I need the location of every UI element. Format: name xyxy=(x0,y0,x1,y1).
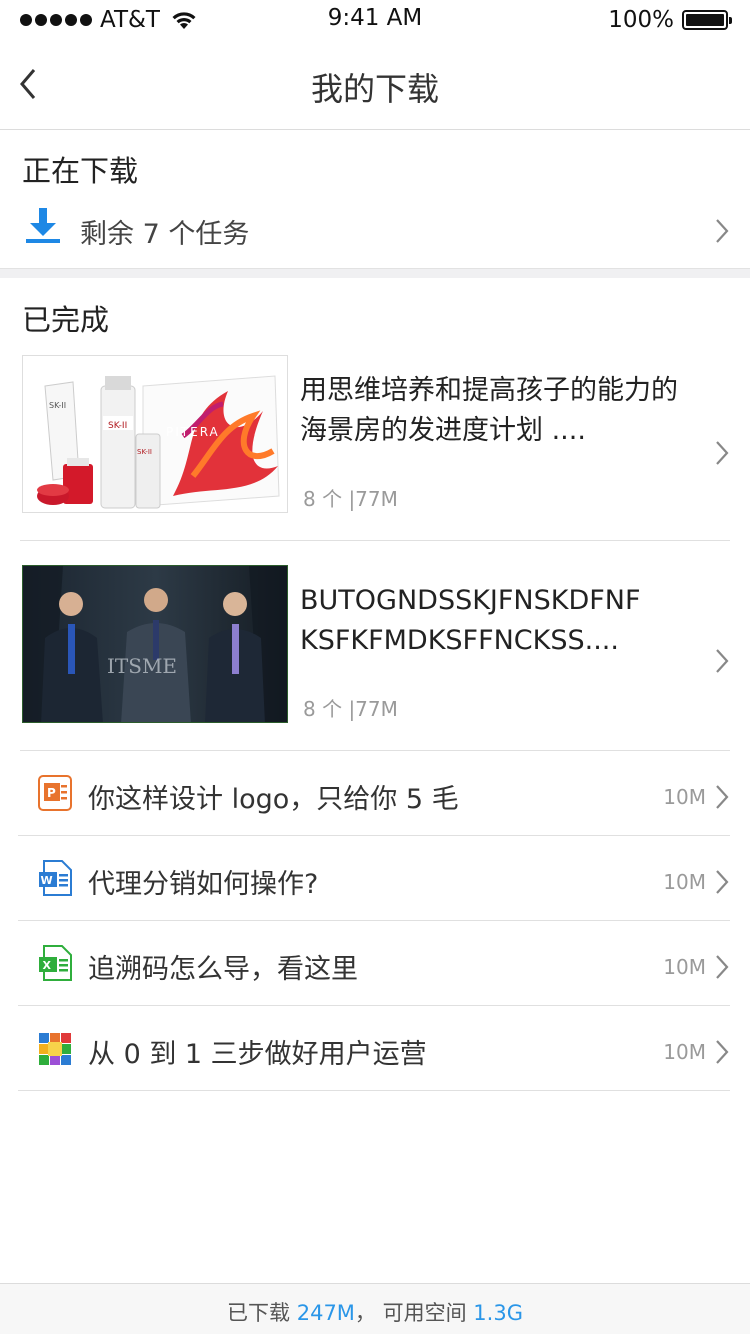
svg-text:W: W xyxy=(41,874,53,887)
chevron-right-icon xyxy=(714,953,730,981)
excel-file-icon: X xyxy=(39,945,72,981)
svg-text:X: X xyxy=(43,959,52,972)
doc-title: 你这样设计 logo，只给你 5 毛 xyxy=(88,784,459,815)
svg-text:SK-II: SK-II xyxy=(137,448,152,456)
svg-text:P: P xyxy=(47,786,56,800)
doc-item[interactable]: W 代理分销如何操作? 10M xyxy=(0,836,750,921)
chevron-right-icon xyxy=(714,783,730,811)
doc-size: 10M xyxy=(663,955,706,979)
downloading-row[interactable]: 剩余 7 个任务 xyxy=(0,200,750,266)
doc-title: 追溯码怎么导，看这里 xyxy=(88,954,358,985)
downloaded-label: 已下载 xyxy=(227,1301,291,1325)
section-separator xyxy=(0,268,750,278)
chevron-right-icon xyxy=(714,1038,730,1066)
available-value: 1.3G xyxy=(473,1301,523,1325)
svg-text:SK-II: SK-II xyxy=(108,421,127,431)
completed-section-title: 已完成 xyxy=(22,303,110,337)
footer-separator: ， xyxy=(354,1301,376,1325)
chevron-right-icon xyxy=(714,439,730,467)
divider xyxy=(18,1090,730,1091)
status-bar: AT&T 9:41 AM 100% xyxy=(0,0,750,40)
downloading-section-title: 正在下载 xyxy=(22,154,139,188)
doc-item[interactable]: X 追溯码怎么导，看这里 10M xyxy=(0,921,750,1006)
page-title: 我的下载 xyxy=(310,70,439,108)
media-title: BUTOGNDSSKJFNSKDFNF KSFKFMDKSFFNCKSS.... xyxy=(300,585,641,656)
doc-title: 从 0 到 1 三步做好用户运营 xyxy=(88,1039,427,1070)
chevron-right-icon xyxy=(714,868,730,896)
powerpoint-file-icon: P xyxy=(38,775,72,811)
doc-item[interactable]: P 你这样设计 logo，只给你 5 毛 10M xyxy=(0,751,750,836)
storage-footer: 已下载 247M， 可用空间 1.3G xyxy=(0,1283,750,1334)
battery-icon xyxy=(682,10,732,30)
media-item[interactable]: ITSME BUTOGNDSSKJFNSKDFNF KSFKFMDKSFFNCK… xyxy=(0,565,750,751)
chevron-right-icon xyxy=(714,217,730,245)
status-right: 100% xyxy=(608,6,732,34)
available-label: 可用空间 xyxy=(382,1301,467,1325)
doc-size: 10M xyxy=(663,785,706,809)
doc-item[interactable]: 从 0 到 1 三步做好用户运营 10M xyxy=(0,1006,750,1091)
download-arrow-icon xyxy=(26,208,60,243)
battery-percent: 100% xyxy=(608,7,674,33)
doc-size: 10M xyxy=(663,870,706,894)
media-meta: 8 个 |77M xyxy=(303,487,398,511)
colorful-grid-file-icon xyxy=(39,1033,71,1065)
media-meta: 8 个 |77M xyxy=(303,697,398,721)
nav-bar: 我的下载 xyxy=(0,40,750,130)
three-men-portrait-image: ITSME xyxy=(22,565,288,723)
svg-text:SK-II: SK-II xyxy=(49,401,66,410)
svg-text:PITERA: PITERA xyxy=(166,425,220,439)
word-file-icon: W xyxy=(39,860,72,896)
remaining-tasks-label: 剩余 7 个任务 xyxy=(80,219,250,250)
watermark-text: ITSME xyxy=(107,654,177,678)
divider xyxy=(20,540,730,541)
doc-title: 代理分销如何操作? xyxy=(88,869,319,900)
media-item[interactable]: PITERA SK-II SK-II SK-II 用思维培养和提高孩子的能力的海… xyxy=(0,355,750,541)
media-title: 用思维培养和提高孩子的能力的海景房的发进度计划 .... xyxy=(300,375,678,446)
doc-size: 10M xyxy=(663,1040,706,1064)
skincare-products-image: PITERA SK-II SK-II SK-II xyxy=(22,355,288,513)
chevron-right-icon xyxy=(714,647,730,675)
downloaded-value: 247M xyxy=(296,1301,355,1325)
